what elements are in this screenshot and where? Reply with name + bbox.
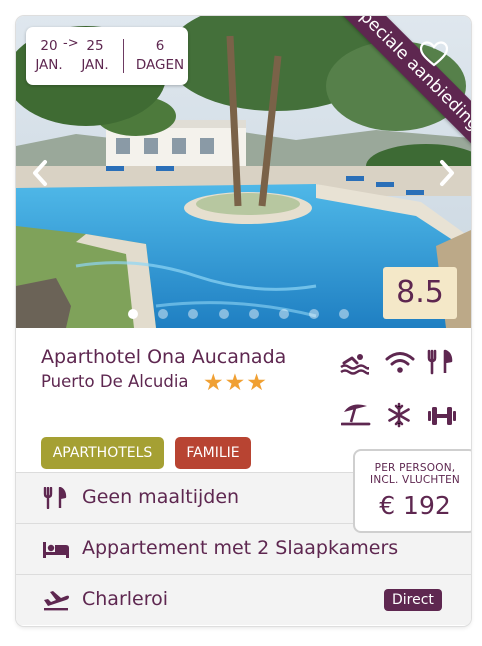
- room-text: Appartement met 2 Slaapkamers: [82, 537, 399, 559]
- date-separator: [123, 39, 124, 73]
- star-icon: ★: [224, 370, 246, 396]
- carousel-pagination[interactable]: [128, 309, 358, 321]
- tag-aparthotels[interactable]: APARTHOTELS: [41, 437, 164, 469]
- carousel-dot[interactable]: [158, 309, 169, 319]
- start-date: 20 JAN.: [32, 37, 66, 75]
- duration-unit: DAGEN: [135, 57, 185, 73]
- hotel-photo-carousel[interactable]: 20 JAN. -> 25 JAN. 6 DAGEN Speciale aanb…: [16, 16, 471, 328]
- plane-departure-icon: [44, 591, 69, 611]
- heart-icon[interactable]: [420, 41, 448, 67]
- carousel-dot[interactable]: [218, 309, 229, 319]
- restaurant-icon: [427, 349, 453, 375]
- departure-airport: Charleroi: [82, 588, 169, 610]
- chevron-right-icon[interactable]: [435, 158, 459, 188]
- meals-text: Geen maaltijden: [82, 486, 240, 508]
- travel-dates-box: 20 JAN. -> 25 JAN. 6 DAGEN: [26, 27, 188, 85]
- swimming-icon: [340, 354, 369, 375]
- restaurant-icon: [43, 487, 67, 509]
- flight-row: Charleroi Direct: [16, 574, 471, 625]
- price-label-line2: INCL. VLUCHTEN: [370, 474, 460, 486]
- trip-duration: 6 DAGEN: [132, 37, 188, 75]
- price-value: € 192: [379, 491, 451, 520]
- star-icon: ★: [203, 370, 224, 396]
- direct-flight-badge: Direct: [384, 589, 442, 611]
- bed-icon: [43, 542, 69, 558]
- carousel-dot[interactable]: [309, 309, 320, 319]
- duration-value: 6: [155, 38, 165, 54]
- chevron-left-icon[interactable]: [28, 158, 52, 188]
- carousel-dot[interactable]: [188, 309, 199, 319]
- air-conditioning-icon: [388, 402, 410, 428]
- tag-familie[interactable]: FAMILIE: [175, 437, 251, 469]
- end-month: JAN.: [81, 57, 109, 73]
- wifi-icon: [385, 352, 415, 373]
- carousel-dot[interactable]: [279, 309, 289, 319]
- end-day: 25: [86, 38, 104, 54]
- star-rating: ★★★: [203, 370, 268, 396]
- price-label: PER PERSOON, INCL. VLUCHTEN: [355, 462, 471, 486]
- hotel-location: Puerto De Alcudia: [41, 372, 189, 391]
- beach-umbrella-icon: [341, 404, 371, 426]
- hotel-card[interactable]: 20 JAN. -> 25 JAN. 6 DAGEN Speciale aanb…: [16, 16, 471, 626]
- carousel-dot[interactable]: [248, 309, 259, 319]
- end-date: 25 JAN.: [76, 37, 114, 75]
- review-score-badge: 8.5: [383, 267, 457, 319]
- hotel-name[interactable]: Aparthotel Ona Aucanada: [41, 346, 286, 368]
- fitness-icon: [428, 407, 456, 425]
- carousel-dot[interactable]: [339, 309, 350, 319]
- star-icon: ★: [246, 370, 267, 396]
- carousel-dot[interactable]: [128, 309, 138, 319]
- start-month: JAN.: [35, 57, 63, 73]
- price-box[interactable]: PER PERSOON, INCL. VLUCHTEN € 192: [353, 449, 471, 533]
- start-day: 20: [40, 38, 58, 54]
- price-label-line1: PER PERSOON,: [374, 462, 456, 474]
